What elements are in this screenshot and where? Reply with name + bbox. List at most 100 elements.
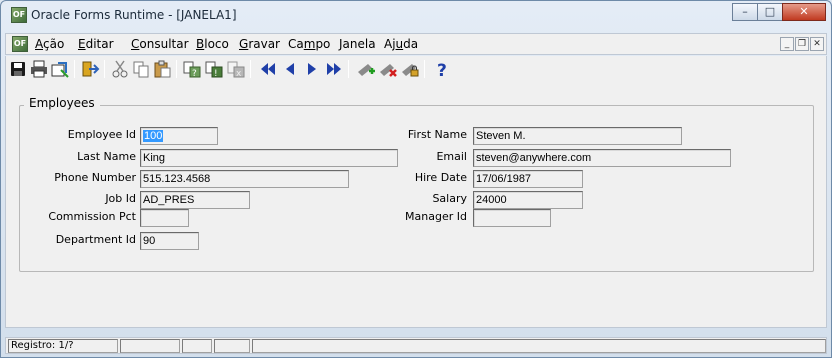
print-icon	[31, 60, 47, 78]
status-bar: Registro: 1/?	[5, 337, 827, 354]
menu-acao[interactable]: Ação	[35, 37, 64, 51]
minimize-icon: _	[784, 39, 790, 49]
delete-record-icon	[380, 64, 397, 77]
minimize-button[interactable]: –	[732, 3, 758, 21]
commission-pct-field[interactable]	[140, 209, 189, 227]
salary-field[interactable]: 24000	[473, 191, 583, 209]
toolbar: ? ! x ?	[5, 56, 827, 84]
first-name-label: First Name	[407, 128, 467, 141]
close-button[interactable]: ✕	[782, 3, 826, 21]
toolbar-separator	[250, 60, 251, 78]
print-button[interactable]	[29, 59, 49, 79]
restore-icon: ❐	[797, 39, 807, 49]
menu-bloco[interactable]: Bloco	[196, 37, 229, 51]
last-record-button[interactable]	[324, 59, 344, 79]
department-id-label: Department Id	[55, 233, 136, 246]
mdi-restore-button[interactable]: ❐	[795, 37, 809, 51]
help-button[interactable]: ?	[432, 59, 452, 79]
employee-id-label: Employee Id	[67, 128, 136, 141]
record-status: Registro: 1/?	[8, 339, 118, 353]
execute-query-button[interactable]: !	[204, 59, 224, 79]
last-record-icon	[327, 63, 341, 75]
copy-button[interactable]	[131, 59, 151, 79]
next-record-button[interactable]	[302, 59, 322, 79]
manager-id-field[interactable]	[473, 209, 551, 227]
employee-id-field[interactable]: 100	[140, 127, 218, 145]
window-title: Oracle Forms Runtime - [JANELA1]	[31, 8, 237, 22]
cut-icon	[112, 60, 128, 78]
insert-record-icon	[358, 64, 375, 76]
menu-consultar[interactable]: Consultar	[131, 37, 189, 51]
first-record-button[interactable]	[258, 59, 278, 79]
cancel-query-icon: x	[227, 61, 245, 79]
oracle-forms-app-icon[interactable]: OF	[11, 7, 27, 23]
menu-bar: OF Ação Editar Consultar Bloco Gravar Ca…	[5, 33, 827, 55]
cancel-query-button[interactable]: x	[226, 59, 246, 79]
last-name-label: Last Name	[77, 150, 136, 163]
maximize-icon: □	[764, 5, 776, 18]
toolbar-separator	[74, 60, 75, 78]
status-message-panel	[252, 339, 826, 353]
clear-form-icon	[51, 62, 69, 78]
lock-record-button[interactable]	[400, 59, 420, 79]
toolbar-separator	[348, 60, 349, 78]
insert-record-button[interactable]	[356, 59, 376, 79]
svg-text:?: ?	[192, 69, 197, 79]
hire-date-label: Hire Date	[414, 171, 467, 184]
job-id-field[interactable]: AD_PRES	[140, 191, 250, 209]
department-id-field[interactable]: 90	[140, 232, 199, 250]
first-record-icon	[261, 63, 275, 75]
clear-form-button[interactable]	[50, 59, 70, 79]
lock-record-icon	[402, 64, 419, 77]
svg-text:?: ?	[437, 61, 447, 79]
phone-number-field[interactable]: 515.123.4568	[140, 170, 349, 188]
next-record-icon	[308, 63, 316, 75]
salary-label: Salary	[432, 192, 467, 205]
close-icon: ✕	[813, 39, 821, 49]
application-window: OF Oracle Forms Runtime - [JANELA1] – □ …	[0, 0, 832, 358]
email-field[interactable]: steven@anywhere.com	[473, 149, 731, 167]
cut-button[interactable]	[110, 59, 130, 79]
previous-record-button[interactable]	[280, 59, 300, 79]
copy-icon	[133, 61, 149, 78]
manager-id-label: Manager Id	[405, 210, 467, 223]
menu-gravar[interactable]: Gravar	[239, 37, 280, 51]
maximize-button[interactable]: □	[757, 3, 783, 21]
save-icon	[11, 62, 25, 76]
status-panel-3	[182, 339, 212, 353]
form-system-menu-icon[interactable]: OF	[12, 36, 28, 52]
delete-record-button[interactable]	[378, 59, 398, 79]
hire-date-field[interactable]: 17/06/1987	[473, 170, 583, 188]
close-icon: ✕	[799, 5, 809, 18]
commission-pct-label: Commission Pct	[48, 210, 136, 223]
paste-button[interactable]	[152, 59, 172, 79]
menu-ajuda[interactable]: Ajuda	[384, 37, 418, 51]
toolbar-separator	[424, 60, 425, 78]
employees-frame-title: Employees	[24, 96, 100, 110]
mdi-minimize-button[interactable]: _	[780, 37, 794, 51]
email-label: Email	[436, 150, 467, 163]
execute-query-icon: !	[205, 61, 223, 79]
menu-janela[interactable]: Janela	[339, 37, 376, 51]
previous-record-icon	[286, 63, 294, 75]
exit-icon	[82, 61, 100, 77]
enter-query-icon: ?	[183, 61, 201, 79]
first-name-field[interactable]: Steven M.	[473, 127, 682, 145]
mdi-close-button[interactable]: ✕	[810, 37, 824, 51]
toolbar-separator	[176, 60, 177, 78]
enter-query-button[interactable]: ?	[182, 59, 202, 79]
form-canvas: Employees Employee Id 100 Last Name King…	[5, 84, 827, 328]
paste-icon	[154, 60, 171, 78]
minimize-icon: –	[742, 5, 748, 18]
svg-text:!: !	[214, 69, 218, 79]
status-panel-2	[120, 339, 180, 353]
status-panel-4	[214, 339, 250, 353]
save-button[interactable]	[8, 59, 28, 79]
menu-editar[interactable]: Editar	[78, 37, 114, 51]
job-id-label: Job Id	[105, 192, 136, 205]
help-icon: ?	[437, 61, 447, 79]
exit-button[interactable]	[80, 59, 100, 79]
phone-number-label: Phone Number	[54, 171, 136, 184]
title-bar[interactable]: OF Oracle Forms Runtime - [JANELA1] – □ …	[1, 1, 831, 33]
menu-campo[interactable]: Campo	[288, 37, 330, 51]
